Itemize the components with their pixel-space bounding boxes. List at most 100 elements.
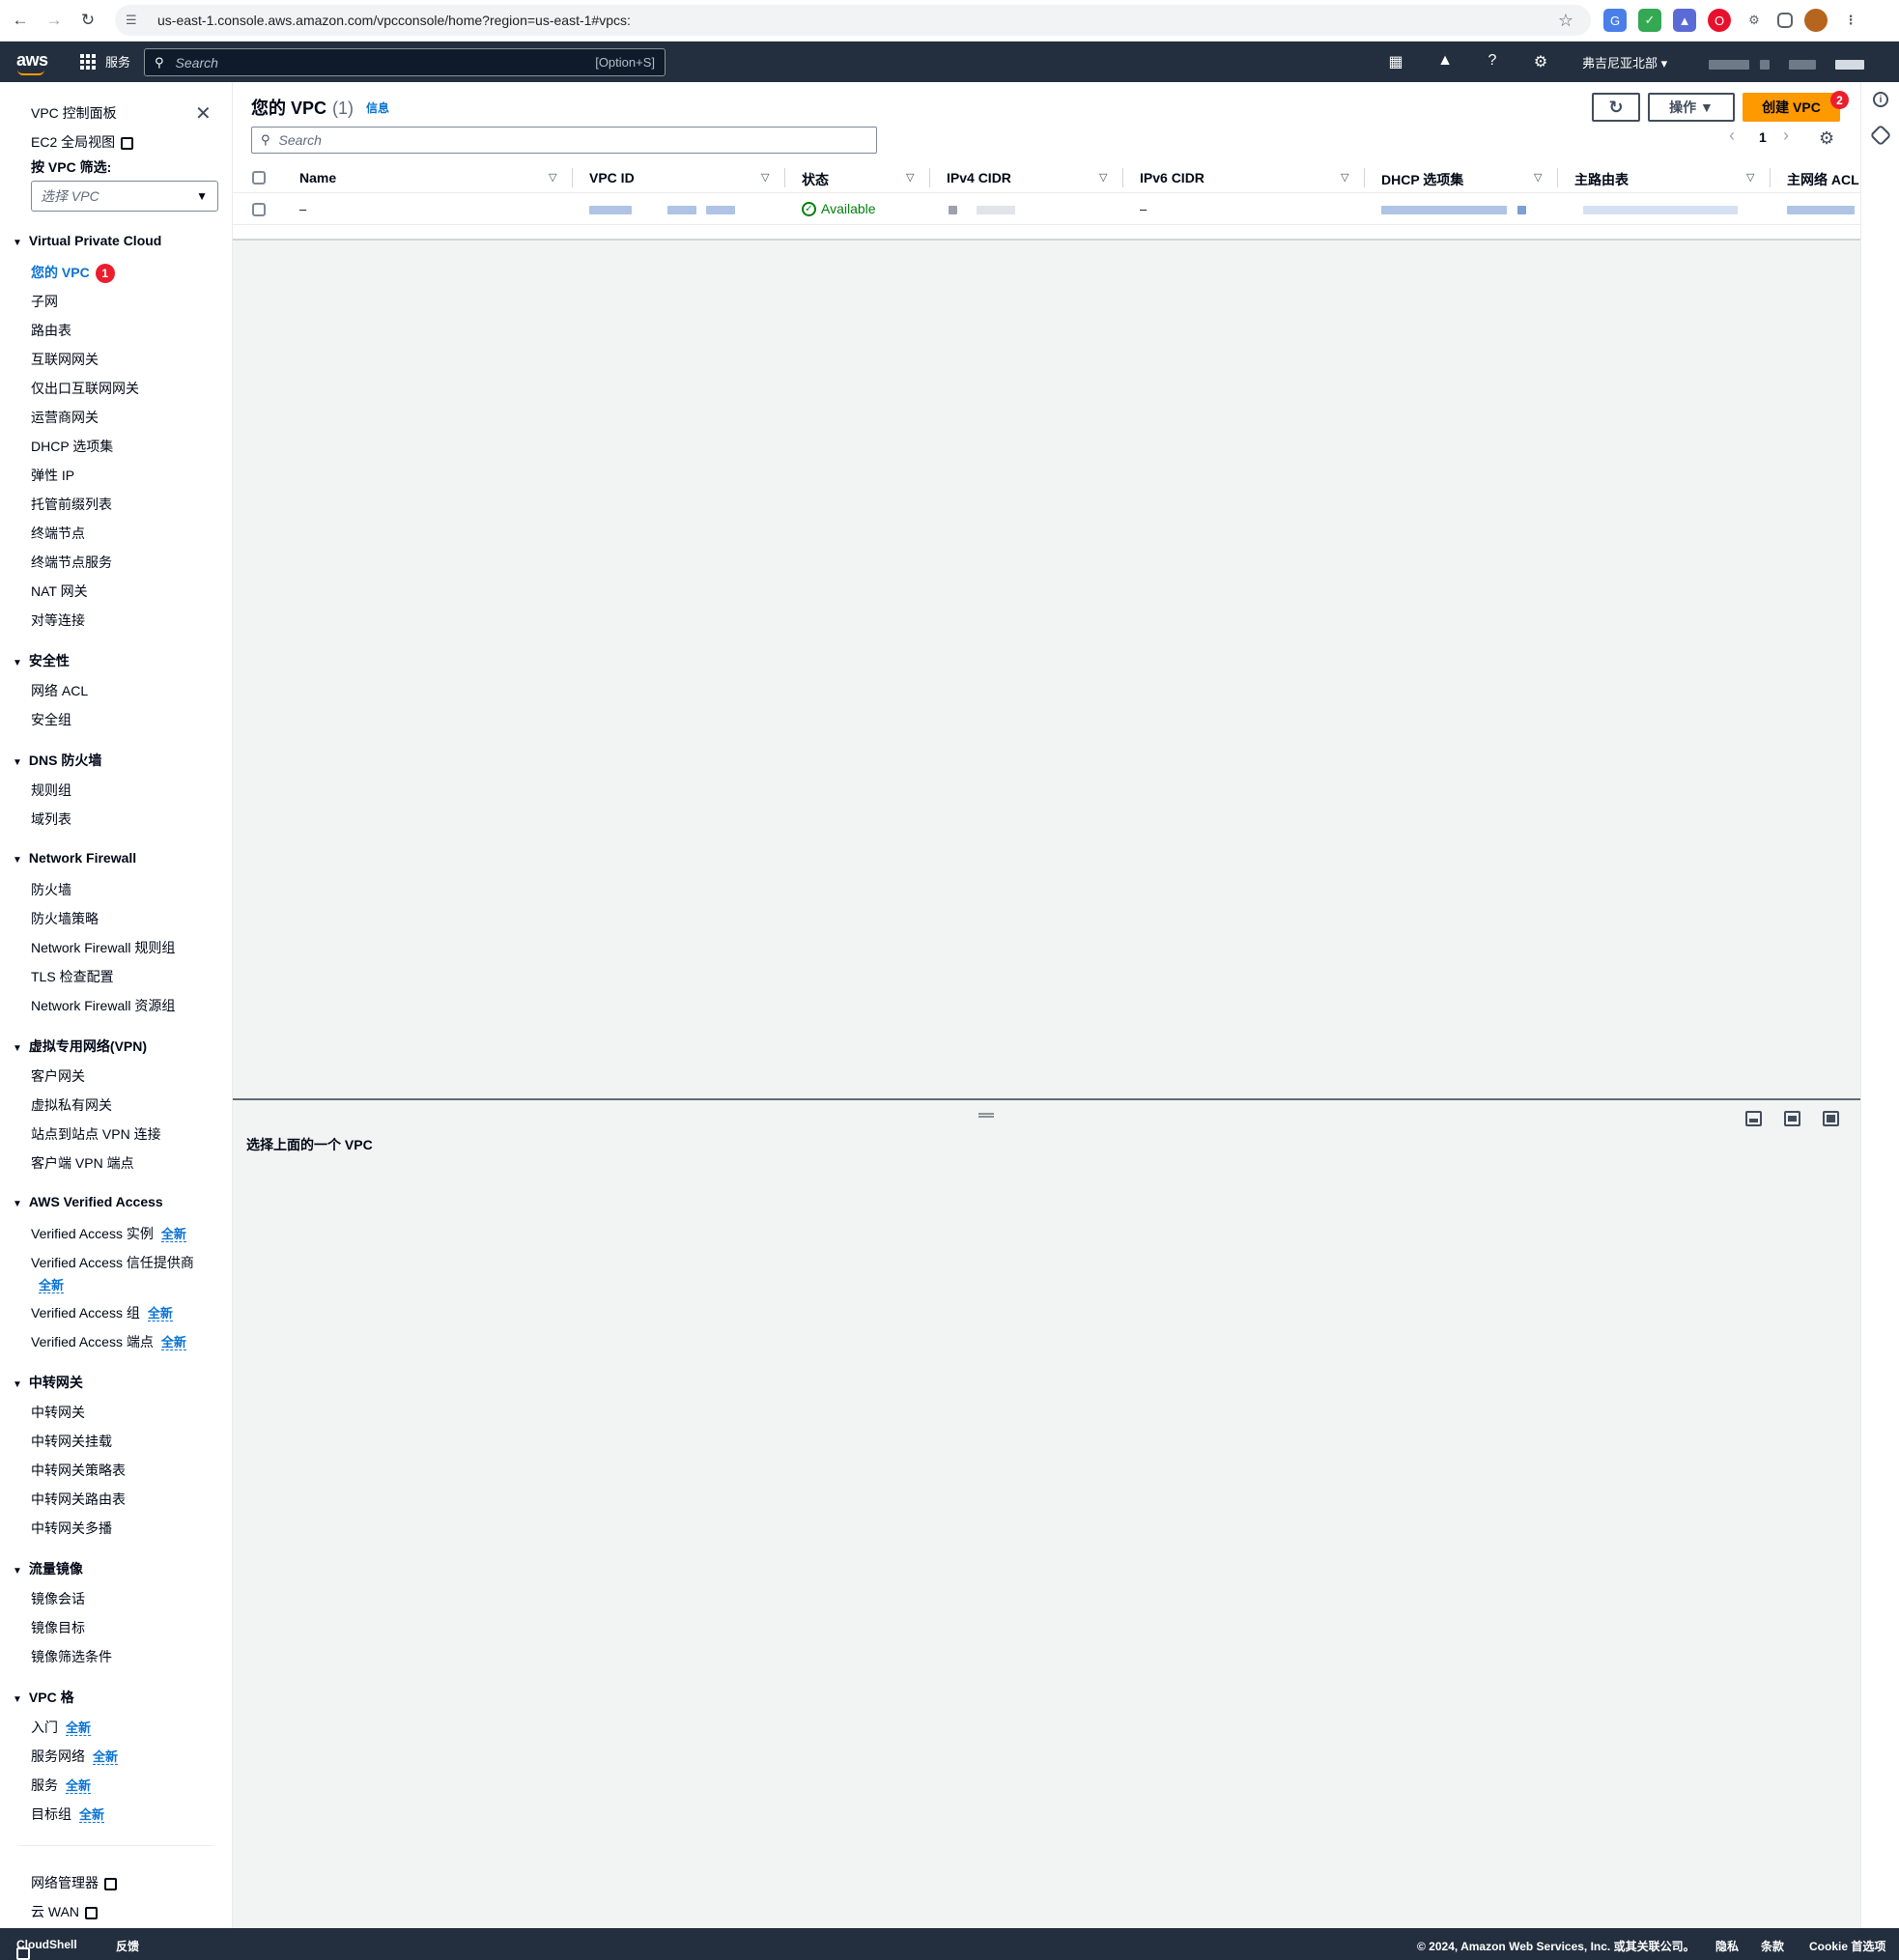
refresh-button[interactable]: ↻ <box>1592 93 1640 122</box>
column-divider[interactable] <box>1770 168 1771 187</box>
sidebar-item-peering[interactable]: 对等连接 <box>31 611 85 630</box>
column-divider[interactable] <box>1557 168 1558 187</box>
prev-page-icon[interactable]: ‹ <box>1729 126 1735 146</box>
sidebar-item-dhcp-options[interactable]: DHCP 选项集 <box>31 437 113 456</box>
help-icon[interactable]: ? <box>1482 52 1503 70</box>
sidebar-item-va-trust-providers[interactable]: Verified Access 信任提供商 <box>31 1253 194 1272</box>
sidebar-item-rule-groups[interactable]: 规则组 <box>31 781 71 800</box>
column-divider[interactable] <box>1364 168 1365 187</box>
settings-gear-icon[interactable]: ⚙ <box>1530 52 1551 71</box>
forward-icon[interactable]: → <box>41 7 68 34</box>
sidebar-item-network-acls[interactable]: 网络 ACL <box>31 681 88 700</box>
table-search-input[interactable]: ⚲ Search <box>251 127 877 154</box>
sort-icon[interactable]: ▽ <box>761 171 769 184</box>
sidebar-item-mirror-filters[interactable]: 镜像筛选条件 <box>31 1647 112 1666</box>
sidebar-item-transit-gateways[interactable]: 中转网关 <box>31 1403 85 1422</box>
profile-avatar[interactable] <box>1804 9 1828 32</box>
sidebar-item-tgw-route-tables[interactable]: 中转网关路由表 <box>31 1490 126 1509</box>
redacted-route-table[interactable] <box>1583 206 1738 214</box>
close-icon[interactable]: ✕ <box>195 101 212 126</box>
panel-bottom-icon[interactable] <box>1745 1111 1762 1126</box>
column-header-ipv6-cidr[interactable]: IPv6 CIDR <box>1140 170 1205 185</box>
terms-link[interactable]: 条款 <box>1761 1938 1784 1954</box>
extension-icon[interactable]: ▲ <box>1673 9 1696 32</box>
column-divider[interactable] <box>784 168 785 187</box>
sidebar-item-domain-lists[interactable]: 域列表 <box>31 810 71 829</box>
sidebar-item-target-groups[interactable]: 目标组 全新 <box>31 1804 105 1824</box>
column-divider[interactable] <box>572 168 573 187</box>
sidebar-item-mirror-targets[interactable]: 镜像目标 <box>31 1618 85 1637</box>
section-traffic-mirroring[interactable]: ▼ 流量镜像 <box>13 1559 83 1578</box>
section-security[interactable]: ▼ 安全性 <box>13 651 70 670</box>
chrome-menu-icon[interactable]: ⋮ <box>1839 9 1862 32</box>
cloudshell-icon[interactable]: ▦ <box>1385 52 1406 71</box>
sidebar-item-ec2-global[interactable]: EC2 全局视图 <box>31 132 134 152</box>
sidebar-item-endpoints[interactable]: 终端节点 <box>31 524 85 543</box>
redacted-vpc-id[interactable] <box>589 206 632 214</box>
sidebar-item-elastic-ips[interactable]: 弹性 IP <box>31 466 74 485</box>
column-header-state[interactable]: 状态 <box>802 170 829 189</box>
section-vpc[interactable]: ▼ Virtual Private Cloud <box>13 233 161 248</box>
column-divider[interactable] <box>1122 168 1123 187</box>
bookmark-star-icon[interactable]: ☆ <box>1558 11 1573 31</box>
sidebar-item-security-groups[interactable]: 安全组 <box>31 710 71 729</box>
sidebar-item-getting-started[interactable]: 入门 全新 <box>31 1718 92 1737</box>
sidebar-item-tgw-multicast[interactable]: 中转网关多播 <box>31 1519 112 1538</box>
region-selector[interactable]: 弗吉尼亚北部 ▾ <box>1582 53 1667 71</box>
notifications-bell-icon[interactable]: ▲ <box>1434 52 1456 70</box>
sidebar-item-tls-inspection[interactable]: TLS 检查配置 <box>31 967 114 986</box>
sidebar-item-egress-only-igw[interactable]: 仅出口互联网网关 <box>31 379 139 398</box>
next-page-icon[interactable]: › <box>1783 126 1789 146</box>
redacted-acl[interactable] <box>1787 206 1855 214</box>
global-search-input[interactable]: ⚲ Search [Option+S] <box>144 48 666 76</box>
sidebar-item-virtual-private-gateways[interactable]: 虚拟私有网关 <box>31 1095 112 1115</box>
resize-handle-icon[interactable] <box>978 1113 994 1118</box>
help-panel-icon[interactable] <box>1869 124 1892 147</box>
cloudshell-button[interactable]: CloudShell <box>16 1938 77 1960</box>
sidebar-item-client-vpn[interactable]: 客户端 VPN 端点 <box>31 1153 134 1173</box>
feedback-link[interactable]: 反馈 <box>116 1938 139 1954</box>
row-checkbox[interactable] <box>252 203 266 216</box>
translate-extension-icon[interactable]: G <box>1603 9 1627 32</box>
panel-side-icon[interactable] <box>1784 1111 1800 1126</box>
sidebar-item-services[interactable]: 服务 全新 <box>31 1775 92 1795</box>
site-settings-icon[interactable]: ☰ <box>126 13 143 28</box>
sidebar-item-tgw-policy-tables[interactable]: 中转网关策略表 <box>31 1461 126 1480</box>
cookie-preferences-link[interactable]: Cookie 首选项 <box>1809 1938 1885 1954</box>
column-header-name[interactable]: Name <box>299 170 336 185</box>
column-divider[interactable] <box>929 168 930 187</box>
info-link[interactable]: 信息 <box>366 99 389 116</box>
create-vpc-button[interactable]: 创建 VPC <box>1743 93 1840 122</box>
sidebar-item-internet-gateways[interactable]: 互联网网关 <box>31 350 99 369</box>
section-verified-access[interactable]: ▼ AWS Verified Access <box>13 1194 163 1209</box>
aws-logo[interactable]: aws <box>16 50 48 75</box>
section-vpn[interactable]: ▼ 虚拟专用网络(VPN) <box>13 1037 147 1056</box>
sidebar-item-dashboard[interactable]: VPC 控制面板 <box>31 103 117 123</box>
sidebar-item-va-endpoints[interactable]: Verified Access 端点 全新 <box>31 1332 186 1351</box>
sidebar-item-endpoint-services[interactable]: 终端节点服务 <box>31 553 112 572</box>
page-number[interactable]: 1 <box>1759 129 1767 145</box>
table-preferences-gear-icon[interactable]: ⚙ <box>1819 128 1834 149</box>
sidebar-item-va-groups[interactable]: Verified Access 组全新 <box>31 1303 173 1322</box>
back-icon[interactable]: ← <box>7 7 34 34</box>
column-header-main-route-table[interactable]: 主路由表 <box>1574 170 1629 189</box>
actions-button[interactable]: 操作 ▼ <box>1648 93 1735 122</box>
services-menu[interactable]: 服务 <box>80 52 130 71</box>
sidebar-item-service-networks[interactable]: 服务网络 全新 <box>31 1747 119 1766</box>
sidebar-item-site-to-site-vpn[interactable]: 站点到站点 VPN 连接 <box>31 1124 161 1144</box>
sidebar-item-mirror-sessions[interactable]: 镜像会话 <box>31 1589 85 1608</box>
side-panel-icon[interactable] <box>1777 13 1793 28</box>
table-row[interactable]: – – <box>233 194 1860 225</box>
privacy-link[interactable]: 隐私 <box>1715 1938 1739 1954</box>
sidebar-item-va-instances[interactable]: Verified Access 实例 全新 <box>31 1224 186 1243</box>
sort-icon[interactable]: ▽ <box>1099 171 1107 184</box>
panel-full-icon[interactable] <box>1823 1111 1839 1126</box>
puzzle-extensions-icon[interactable]: ⚙ <box>1743 9 1766 32</box>
column-header-main-acl[interactable]: 主网络 ACL <box>1787 170 1859 189</box>
sidebar-item-tgw-attachments[interactable]: 中转网关挂载 <box>31 1432 112 1451</box>
sort-icon[interactable]: ▽ <box>1341 171 1348 184</box>
sidebar-item-subnets[interactable]: 子网 <box>31 292 58 311</box>
sidebar-item-network-manager[interactable]: 网络管理器 <box>31 1873 117 1892</box>
sidebar-item-firewalls[interactable]: 防火墙 <box>31 880 71 899</box>
address-bar[interactable]: ☰ us-east-1.console.aws.amazon.com/vpcco… <box>115 5 1591 36</box>
